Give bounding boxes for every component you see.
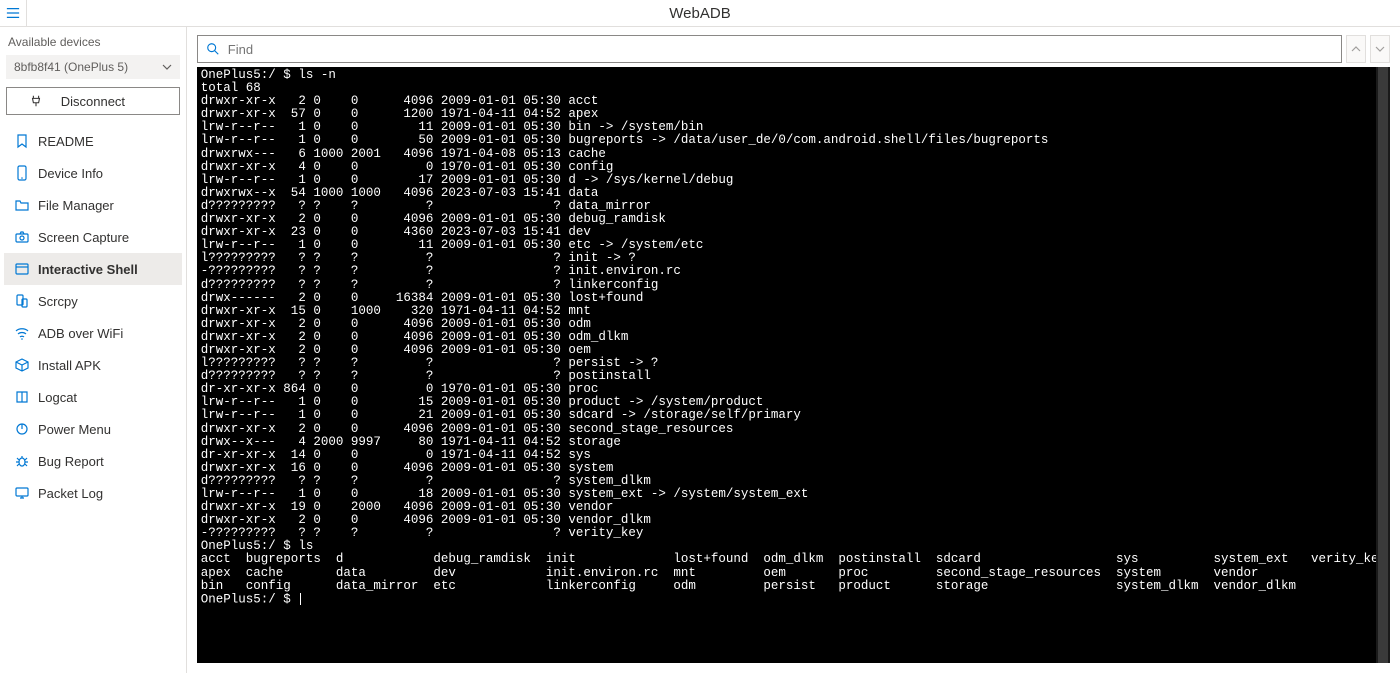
sidebar-item-install-apk[interactable]: Install APK bbox=[4, 349, 182, 381]
hamburger-icon bbox=[6, 6, 20, 20]
sidebar-item-screen-capture[interactable]: Screen Capture bbox=[4, 221, 182, 253]
phone-icon bbox=[14, 165, 30, 181]
power-icon bbox=[14, 421, 30, 437]
sidebar-item-device-info[interactable]: Device Info bbox=[4, 157, 182, 189]
main-content: OnePlus5:/ $ ls -n total 68 drwxr-xr-x 2… bbox=[187, 27, 1400, 673]
sidebar: Available devices 8bfb8f41 (OnePlus 5) D… bbox=[0, 27, 187, 673]
plug-icon bbox=[29, 94, 43, 108]
find-bar[interactable] bbox=[197, 35, 1342, 63]
window-icon bbox=[14, 261, 30, 277]
sidebar-item-readme[interactable]: README bbox=[4, 125, 182, 157]
camera-icon bbox=[14, 229, 30, 245]
search-icon bbox=[206, 42, 220, 56]
bug-icon bbox=[14, 453, 30, 469]
topbar: WebADB bbox=[0, 0, 1400, 27]
app-title: WebADB bbox=[669, 5, 730, 22]
sidebar-item-label: Power Menu bbox=[38, 422, 111, 437]
nav-list: README Device Info File Manager Screen Capt… bbox=[4, 125, 182, 509]
sidebar-item-label: Interactive Shell bbox=[38, 262, 138, 277]
sidebar-item-logcat[interactable]: Logcat bbox=[4, 381, 182, 413]
book-icon bbox=[14, 389, 30, 405]
device-dropdown[interactable]: 8bfb8f41 (OnePlus 5) bbox=[6, 55, 180, 79]
terminal-scrollbar[interactable] bbox=[1376, 67, 1390, 663]
chevron-down-icon bbox=[1375, 44, 1385, 54]
wifi-icon bbox=[14, 325, 30, 341]
scrollbar-thumb[interactable] bbox=[1378, 67, 1388, 663]
find-prev-button[interactable] bbox=[1346, 35, 1366, 63]
sidebar-item-label: Device Info bbox=[38, 166, 103, 181]
terminal-output[interactable]: OnePlus5:/ $ ls -n total 68 drwxr-xr-x 2… bbox=[197, 67, 1390, 663]
disconnect-label: Disconnect bbox=[61, 94, 125, 109]
sidebar-item-label: Screen Capture bbox=[38, 230, 129, 245]
chevron-up-icon bbox=[1351, 44, 1361, 54]
device-dropdown-value: 8bfb8f41 (OnePlus 5) bbox=[14, 60, 128, 74]
monitor-icon bbox=[14, 485, 30, 501]
sidebar-item-label: File Manager bbox=[38, 198, 114, 213]
phone-link-icon bbox=[14, 293, 30, 309]
sidebar-item-label: Logcat bbox=[38, 390, 77, 405]
bookmark-icon bbox=[14, 133, 30, 149]
available-devices-label: Available devices bbox=[4, 33, 182, 55]
find-input[interactable] bbox=[228, 42, 1333, 57]
sidebar-item-scrcpy[interactable]: Scrcpy bbox=[4, 285, 182, 317]
sidebar-item-interactive-shell[interactable]: Interactive Shell bbox=[4, 253, 182, 285]
terminal-text: OnePlus5:/ $ ls -n total 68 drwxr-xr-x 2… bbox=[201, 69, 1386, 606]
sidebar-item-file-manager[interactable]: File Manager bbox=[4, 189, 182, 221]
sidebar-item-bug-report[interactable]: Bug Report bbox=[4, 445, 182, 477]
sidebar-item-label: Scrcpy bbox=[38, 294, 78, 309]
sidebar-item-power-menu[interactable]: Power Menu bbox=[4, 413, 182, 445]
sidebar-item-label: ADB over WiFi bbox=[38, 326, 123, 341]
terminal-cursor bbox=[300, 593, 301, 605]
sidebar-item-packet-log[interactable]: Packet Log bbox=[4, 477, 182, 509]
folder-icon bbox=[14, 197, 30, 213]
chevron-down-icon bbox=[162, 62, 172, 72]
menu-toggle-button[interactable] bbox=[0, 0, 27, 27]
box-icon bbox=[14, 357, 30, 373]
sidebar-item-label: Bug Report bbox=[38, 454, 104, 469]
sidebar-item-label: Install APK bbox=[38, 358, 101, 373]
disconnect-button[interactable]: Disconnect bbox=[6, 87, 180, 115]
sidebar-item-adb-over-wifi[interactable]: ADB over WiFi bbox=[4, 317, 182, 349]
sidebar-item-label: Packet Log bbox=[38, 486, 103, 501]
sidebar-item-label: README bbox=[38, 134, 94, 149]
find-next-button[interactable] bbox=[1370, 35, 1390, 63]
